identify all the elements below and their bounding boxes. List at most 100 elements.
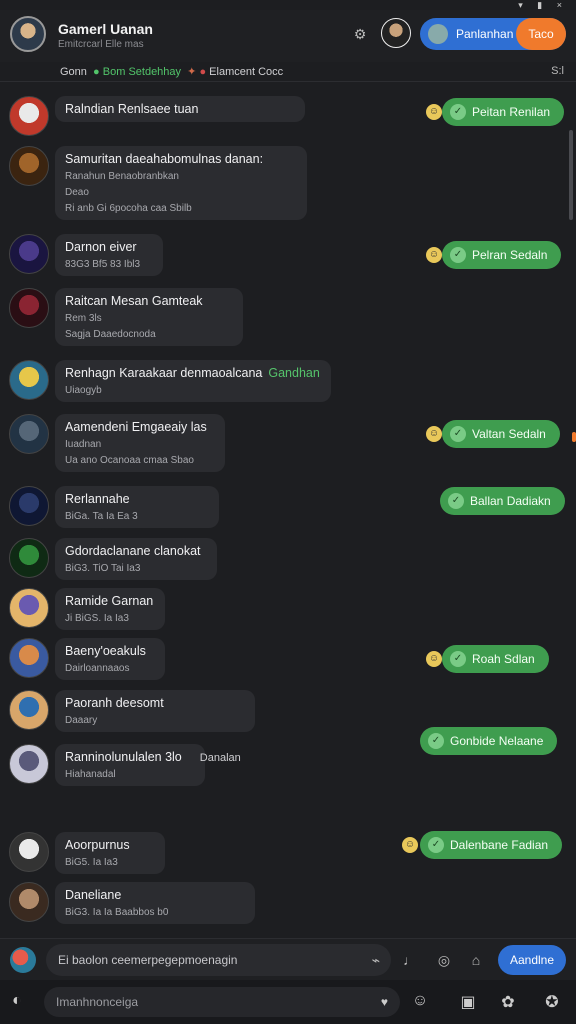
message-line: Renhagn Karaakaar denmaoalcana [65, 366, 263, 380]
sender-avatar[interactable] [9, 832, 49, 872]
sender-avatar[interactable] [9, 638, 49, 678]
sender-avatar[interactable] [9, 882, 49, 922]
emoji-icon[interactable]: ☺ [410, 992, 430, 1010]
gallery-icon[interactable]: ▣ [458, 992, 478, 1012]
sender-avatar[interactable] [9, 744, 49, 784]
voice-icon[interactable]: ◐ [12, 992, 22, 1010]
message-bubble[interactable]: Samuritan daeahabomulnas danan: Ranahun B… [55, 146, 307, 220]
star-icon[interactable]: ✪ [542, 992, 562, 1012]
reaction-icon[interactable]: ☺ [426, 651, 442, 667]
message-line: Gdordaclanane clanokat [65, 544, 201, 558]
outgoing-text: Peitan Renilan [472, 105, 551, 119]
secondary-input-text: Imanhnonceiga [56, 995, 139, 1009]
message-text: Samuritan daeahabomulnas danan: [65, 152, 297, 166]
message-bubble[interactable]: Aamendeni Emgaeaiy las Iuadnan Ua ano Ocan… [55, 414, 225, 472]
scrollbar[interactable] [569, 130, 573, 220]
message-bubble[interactable]: Raitcan Mesan Gamteak Rem 3ls Sagja Daaedo… [55, 288, 243, 346]
outgoing-message[interactable]: ✓ Gonbide Nelaane [420, 727, 558, 755]
message-bubble[interactable]: Renhagn Karaakaar denmaoalcana Gandhan Uia… [55, 360, 331, 402]
sender-avatar[interactable] [9, 414, 49, 454]
reaction-icon[interactable]: ☺ [426, 104, 442, 120]
outgoing-message[interactable]: ✓ Roah Sdlan [442, 645, 549, 673]
message-text: Aoorpurnus [65, 838, 155, 852]
message-meta: Dairloannaaos [65, 663, 130, 674]
message-bubble[interactable]: Baeny'oeakuls Dairloannaaos [55, 638, 165, 680]
settings-icon[interactable]: ⚙ [350, 24, 370, 44]
message-text: Rerlannahe [65, 492, 209, 506]
check-icon: ✓ [428, 733, 444, 749]
reaction-icon[interactable]: ☺ [426, 247, 442, 263]
sender-avatar[interactable] [9, 288, 49, 328]
message-bubble[interactable]: Ralndian Renlsaee tuan [55, 96, 305, 122]
message-meta: BiG3. Ia Ia Baabbos b0 [65, 907, 169, 918]
outgoing-message[interactable]: ✓ Dalenbane Fadian [420, 831, 563, 859]
message-meta: Iuadnan [65, 439, 102, 450]
message-text: Ralndian Renlsaee tuan [65, 102, 295, 116]
sender-avatar[interactable] [9, 588, 49, 628]
message-meta: Ri anb Gi 6pocoha caa Sbilb [65, 203, 192, 214]
message-meta: Rem 3ls [65, 313, 102, 324]
message-meta: Ua ano Ocanoaa cmaa Sbao [65, 455, 194, 466]
scroll-marker [572, 432, 576, 442]
reaction-icon[interactable]: ☺ [426, 426, 442, 442]
home-icon[interactable]: ⌂ [466, 950, 486, 970]
pinned-middle: Elamcent Cocc [209, 66, 284, 78]
user-avatar[interactable] [381, 18, 411, 48]
outgoing-text: Valtan Sedaln [472, 427, 546, 441]
message-meta: Ji BiGS. Ia Ia3 [65, 613, 129, 624]
camera-icon[interactable]: ◎ [434, 950, 454, 970]
status-bar: ▾ ▮ × [0, 0, 576, 10]
outgoing-message[interactable]: ✓ Ballan Dadiakn [440, 487, 565, 515]
mic-icon[interactable]: ♩ [400, 950, 420, 970]
message-meta: Ranahun Benaobranbkan [65, 171, 179, 182]
outgoing-message[interactable]: ✓ Pelran Sedaln [442, 241, 562, 269]
message-line: Samuritan daeahabomulnas danan: [65, 152, 264, 166]
reaction-icon[interactable]: ☺ [402, 837, 418, 853]
check-icon: ✓ [450, 247, 466, 263]
message-text: Baeny'oeakuls [65, 644, 155, 658]
message-bubble[interactable]: Paoranh deesomt Daaary [55, 690, 255, 732]
pinned-text: Gonn ● Bom Setdehhay ✦ ● Elamcent Cocc [60, 65, 283, 78]
sticker-icon[interactable]: ✿ [498, 992, 518, 1012]
message-line: Ranninolunulalen 3lo [65, 750, 182, 764]
check-icon: ✓ [450, 651, 466, 667]
message-bubble[interactable]: Daneliane BiG3. Ia Ia Baabbos b0 [55, 882, 255, 924]
message-bubble[interactable]: Darnon eiver 83G3 Bf5 83 Ibl3 [55, 234, 163, 276]
outgoing-text: Gonbide Nelaane [450, 734, 544, 748]
composer-avatar[interactable] [10, 947, 36, 973]
outgoing-message[interactable]: ✓ Peitan Renilan [442, 98, 565, 126]
pinned-bomb-icon: ● [199, 66, 207, 78]
account-pill[interactable]: Panlanhan Taco [420, 18, 566, 50]
pinned-right: S:l [551, 65, 564, 77]
sender-avatar[interactable] [9, 360, 49, 400]
message-bubble[interactable]: Ranninolunulalen 3lo Danalan Hiahanadal [55, 744, 241, 786]
message-tail: Danalan [199, 752, 241, 764]
outgoing-message[interactable]: ✓ Valtan Sedaln [442, 420, 560, 448]
sender-avatar[interactable] [9, 486, 49, 526]
heart-icon[interactable]: ♥ [381, 987, 388, 1017]
pill-action-button[interactable]: Taco [516, 18, 566, 50]
sender-avatar[interactable] [9, 690, 49, 730]
sender-avatar[interactable] [9, 146, 49, 186]
sender-avatar[interactable] [9, 538, 49, 578]
secondary-input[interactable]: Imanhnonceiga ♥ [44, 987, 400, 1017]
outgoing-text: Dalenbane Fadian [450, 838, 549, 852]
sender-avatar[interactable] [9, 234, 49, 274]
message-meta: 83G3 Bf5 83 Ibl3 [65, 259, 141, 270]
channel-avatar[interactable] [10, 16, 46, 52]
sender-avatar[interactable] [9, 96, 49, 136]
message-bubble[interactable]: Aoorpurnus BiG5. Ia Ia3 [55, 832, 165, 874]
message-line: Ralndian Renlsaee tuan [65, 102, 199, 116]
pinned-strip[interactable]: Gonn ● Bom Setdehhay ✦ ● Elamcent Cocc S… [0, 62, 576, 82]
check-icon: ✓ [428, 837, 444, 853]
send-button[interactable]: Aandlne [498, 945, 566, 975]
message-bubble[interactable]: Rerlannahe BiGa. Ta Ia Ea 3 [55, 486, 219, 528]
message-input[interactable]: Ei baolon ceemerpegepmoenagin [46, 944, 391, 976]
message-bubble[interactable]: Gdordaclanane clanokat BiG3. TiO Tai Ia3 [55, 538, 217, 580]
message-line: Rerlannahe [65, 492, 130, 506]
message-text: Ranninolunulalen 3lo Danalan [65, 750, 241, 764]
message-bubble[interactable]: Ramide Garnan Ji BiGS. Ia Ia3 [55, 588, 165, 630]
chart-icon[interactable]: ⌁ [366, 950, 386, 970]
check-icon: ✓ [450, 104, 466, 120]
message-meta: BiG3. TiO Tai Ia3 [65, 563, 141, 574]
